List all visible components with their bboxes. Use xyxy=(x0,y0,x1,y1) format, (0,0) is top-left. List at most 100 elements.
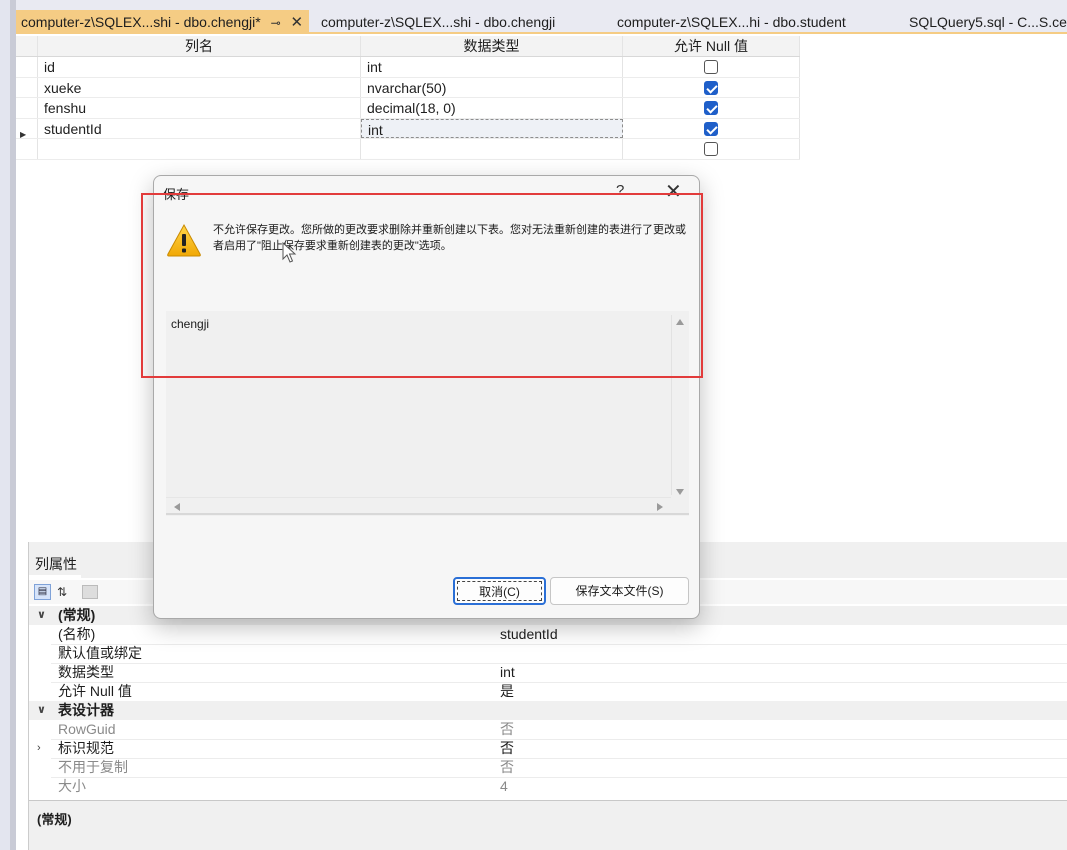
table-row[interactable]: id int xyxy=(16,57,800,78)
property-pages-icon[interactable] xyxy=(82,585,98,599)
property-name: 标识规范 xyxy=(58,740,114,756)
scroll-right-icon[interactable] xyxy=(657,503,663,511)
property-name: 不用于复制 xyxy=(58,759,128,775)
row-selector[interactable] xyxy=(16,57,38,77)
property-value[interactable]: 是 xyxy=(500,682,514,701)
tab-label: computer-z\SQLEX...shi - dbo.chengji xyxy=(321,14,556,30)
data-type-cell[interactable]: int xyxy=(361,57,623,77)
current-row-arrow-icon: ▶ xyxy=(20,129,27,139)
categorized-icon[interactable]: ▤ xyxy=(34,584,51,600)
property-value[interactable]: int xyxy=(500,663,515,682)
save-dialog: 保存 ? ✕ 不允许保存更改。您所做的更改要求删除并重新创建以下表。您对无法重新… xyxy=(153,175,700,619)
property-row[interactable]: 大小 4 xyxy=(29,777,1067,796)
list-item[interactable]: chengji xyxy=(171,317,209,331)
property-value[interactable]: 否 xyxy=(500,720,514,739)
property-row[interactable]: 允许 Null 值 是 xyxy=(29,682,1067,701)
property-value[interactable]: 否 xyxy=(500,739,514,758)
tab-label: SQLQuery5.sql - C...S.ces xyxy=(909,14,1067,30)
property-value[interactable]: 4 xyxy=(500,777,508,796)
column-grid: 列名 数据类型 允许 Null 值 id int xueke nvarchar(… xyxy=(16,36,800,160)
divider xyxy=(166,513,689,515)
save-text-file-button[interactable]: 保存文本文件(S) xyxy=(550,577,689,605)
allow-null-cell[interactable] xyxy=(623,139,800,159)
property-name: 允许 Null 值 xyxy=(58,683,132,699)
column-name-cell[interactable]: studentId xyxy=(38,118,361,138)
allow-null-cell[interactable] xyxy=(623,77,800,97)
tab-chengji[interactable]: computer-z\SQLEX...shi - dbo.chengji xyxy=(321,10,555,34)
header-data-type[interactable]: 数据类型 xyxy=(361,36,623,56)
dialog-title: 保存 xyxy=(163,187,190,202)
property-value[interactable]: studentId xyxy=(500,625,558,644)
property-row[interactable]: 数据类型 int xyxy=(29,663,1067,682)
scroll-left-icon[interactable] xyxy=(174,503,180,511)
window-frame-left xyxy=(0,0,10,850)
data-type-cell[interactable]: nvarchar(50) xyxy=(361,77,623,97)
tab-student[interactable]: computer-z\SQLEX...hi - dbo.student xyxy=(617,10,846,34)
tab-label: computer-z\SQLEX...hi - dbo.student xyxy=(617,14,846,30)
allow-null-checkbox[interactable] xyxy=(704,142,718,156)
cancel-button[interactable]: 取消(C) xyxy=(453,577,546,605)
property-value[interactable]: 否 xyxy=(500,758,514,777)
table-row-selected[interactable]: ▶ studentId int xyxy=(16,118,800,139)
header-allow-null[interactable]: 允许 Null 值 xyxy=(623,36,800,56)
vertical-scrollbar[interactable] xyxy=(671,315,687,495)
data-type-cell[interactable] xyxy=(361,139,623,159)
table-row-new[interactable] xyxy=(16,139,800,160)
property-name: 大小 xyxy=(58,778,86,794)
table-row[interactable]: xueke nvarchar(50) xyxy=(16,77,800,98)
category-label: 表设计器 xyxy=(58,702,114,718)
header-column-name[interactable]: 列名 xyxy=(38,36,361,56)
close-icon[interactable]: ✕ xyxy=(291,11,304,35)
allow-null-cell[interactable] xyxy=(623,98,800,118)
table-row[interactable]: fenshu decimal(18, 0) xyxy=(16,98,800,119)
mouse-cursor-icon xyxy=(282,242,297,263)
pin-icon[interactable]: ⊸ xyxy=(271,11,281,35)
allow-null-cell[interactable] xyxy=(623,118,800,138)
property-name: RowGuid xyxy=(58,721,116,737)
tab-chengji-modified[interactable]: computer-z\SQLEX...shi - dbo.chengji* ⊸ … xyxy=(16,10,310,35)
allow-null-cell[interactable] xyxy=(623,57,800,77)
scroll-down-icon[interactable] xyxy=(676,489,684,495)
property-row[interactable]: › 标识规范 否 xyxy=(29,739,1067,758)
property-row[interactable]: 不用于复制 否 xyxy=(29,758,1067,777)
column-name-cell[interactable]: fenshu xyxy=(38,98,361,118)
column-name-cell[interactable]: id xyxy=(38,57,361,77)
row-selector[interactable] xyxy=(16,77,38,97)
category-label: (常规) xyxy=(58,607,96,623)
horizontal-scrollbar[interactable] xyxy=(166,497,671,513)
grid-header: 列名 数据类型 允许 Null 值 xyxy=(16,36,800,57)
property-row[interactable]: RowGuid 否 xyxy=(29,720,1067,739)
chevron-down-icon[interactable]: ∨ xyxy=(37,606,46,625)
column-name-cell[interactable]: xueke xyxy=(38,77,361,97)
row-selector-header xyxy=(16,36,38,56)
allow-null-checkbox[interactable] xyxy=(704,121,718,136)
data-type-cell[interactable]: decimal(18, 0) xyxy=(361,98,623,118)
allow-null-checkbox[interactable] xyxy=(704,60,718,74)
property-row[interactable]: 默认值或绑定 xyxy=(29,644,1067,663)
allow-null-checkbox[interactable] xyxy=(704,101,718,115)
scroll-up-icon[interactable] xyxy=(676,319,684,325)
chevron-right-icon[interactable]: › xyxy=(37,739,41,758)
active-tab-indicator xyxy=(29,575,81,578)
allow-null-checkbox[interactable] xyxy=(704,80,718,95)
close-icon[interactable]: ✕ xyxy=(665,179,682,204)
warning-icon xyxy=(167,223,201,257)
affected-tables-list[interactable]: chengji xyxy=(166,311,689,516)
help-icon[interactable]: ? xyxy=(616,182,624,199)
property-name: 数据类型 xyxy=(58,664,114,680)
property-name: 默认值或绑定 xyxy=(58,645,142,661)
column-name-cell[interactable] xyxy=(38,139,361,159)
chevron-down-icon[interactable]: ∨ xyxy=(37,701,46,720)
property-name: (名称) xyxy=(58,626,96,642)
row-selector[interactable]: ▶ xyxy=(16,118,38,139)
property-row[interactable]: (名称) studentId xyxy=(29,625,1067,644)
row-selector[interactable] xyxy=(16,98,38,118)
category-table-designer[interactable]: ∨ 表设计器 xyxy=(29,701,1067,720)
document-tab-strip: computer-z\SQLEX...shi - dbo.chengji* ⊸ … xyxy=(16,0,1067,34)
sort-alphabetical-icon[interactable]: ⇅ xyxy=(53,584,71,600)
properties-tab[interactable]: 列属性 xyxy=(35,554,77,574)
property-description-pane: (常规) xyxy=(29,800,1067,850)
row-selector[interactable] xyxy=(16,139,38,159)
tab-sqlquery5[interactable]: SQLQuery5.sql - C...S.ces xyxy=(909,10,1067,34)
data-type-cell[interactable]: int xyxy=(361,118,623,138)
